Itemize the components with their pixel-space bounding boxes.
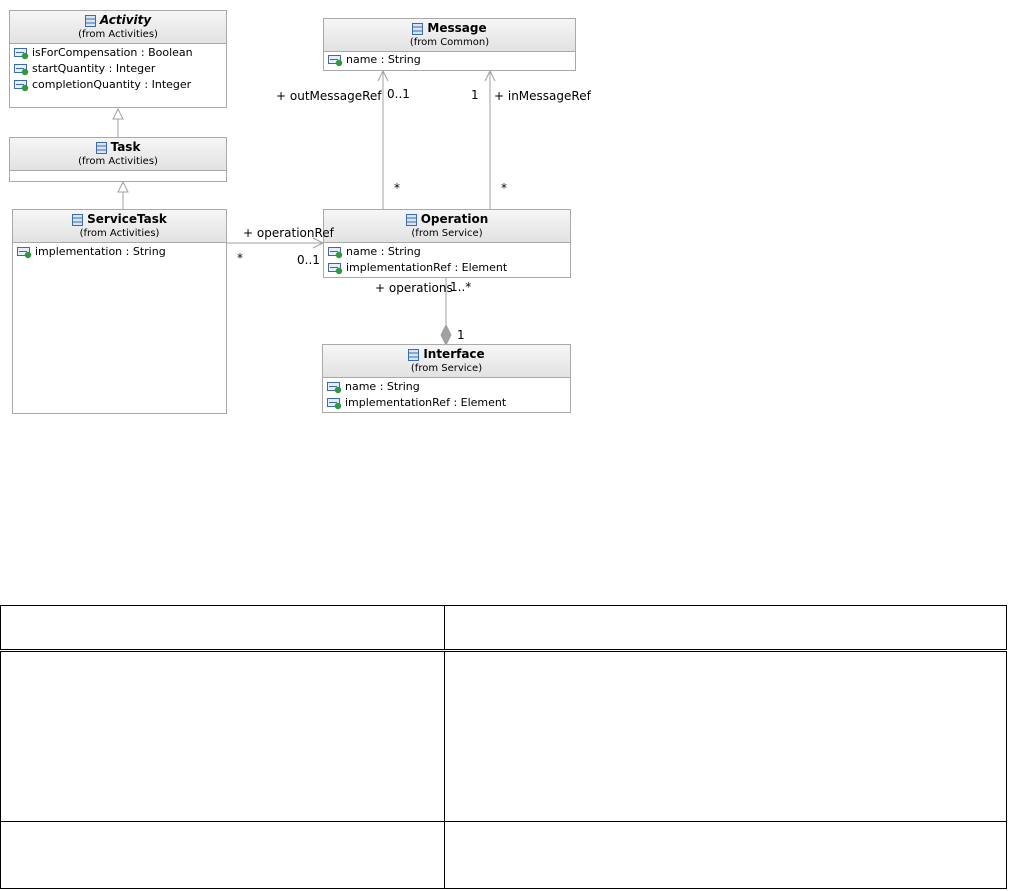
class-icon bbox=[405, 213, 417, 226]
class-name: Task bbox=[110, 140, 141, 154]
class-package: (from Service) bbox=[410, 363, 483, 374]
generalization-arrowhead bbox=[117, 180, 129, 193]
attribute-list: name : String implementationRef : Elemen… bbox=[323, 378, 570, 413]
class-icon bbox=[72, 213, 84, 226]
attribute-list: implementation : String bbox=[13, 243, 226, 262]
attribute[interactable]: implementationRef : Element bbox=[328, 260, 566, 276]
attribute-icon bbox=[328, 262, 343, 274]
class-package: (from Common) bbox=[409, 37, 490, 48]
class-header: Interface (from Service) bbox=[323, 345, 570, 378]
class-task[interactable]: Task (from Activities) bbox=[9, 137, 227, 182]
generalization-arrowhead bbox=[112, 107, 124, 120]
class-message[interactable]: Message (from Common) name : String bbox=[323, 18, 576, 71]
attribute-icon bbox=[14, 47, 29, 59]
table-row bbox=[0, 650, 1007, 822]
role-out-message-ref: + outMessageRef bbox=[276, 89, 382, 103]
class-package: (from Service) bbox=[411, 228, 483, 239]
class-operation[interactable]: Operation (from Service) name : String i… bbox=[323, 209, 571, 278]
table-row bbox=[0, 821, 1007, 889]
class-icon bbox=[412, 22, 424, 35]
attribute[interactable]: completionQuantity : Integer bbox=[14, 77, 222, 93]
attribute-list: isForCompensation : Boolean startQuantit… bbox=[10, 44, 226, 95]
attribute-icon bbox=[327, 397, 342, 409]
table-header-cell bbox=[444, 605, 1007, 651]
table-header-cell bbox=[0, 605, 445, 651]
table-cell bbox=[0, 650, 445, 822]
class-name: ServiceTask bbox=[87, 212, 167, 226]
attribute-icon bbox=[14, 63, 29, 75]
role-in-message-ref: + inMessageRef bbox=[494, 89, 591, 103]
multiplicity-out-message-ref-source: * bbox=[394, 181, 400, 195]
attribute-icon bbox=[17, 246, 32, 258]
multiplicity-operation-ref-source: * bbox=[237, 251, 243, 265]
class-header: Activity (from Activities) bbox=[10, 11, 226, 44]
table-header-row bbox=[0, 605, 1007, 651]
multiplicity-out-message-ref-target: 0..1 bbox=[387, 87, 410, 101]
attribute-icon bbox=[327, 381, 342, 393]
table-cell bbox=[444, 650, 1007, 822]
attribute[interactable]: name : String bbox=[327, 379, 566, 395]
class-header: Message (from Common) bbox=[324, 19, 575, 52]
attribute[interactable]: name : String bbox=[328, 52, 571, 68]
table-cell bbox=[0, 821, 445, 889]
attribute-table bbox=[0, 605, 1007, 889]
class-header: Operation (from Service) bbox=[324, 210, 570, 243]
multiplicity-operations-part: 1..* bbox=[450, 280, 472, 294]
multiplicity-operation-ref-target: 0..1 bbox=[297, 253, 320, 267]
attribute[interactable]: isForCompensation : Boolean bbox=[14, 45, 222, 61]
role-operations: + operations bbox=[375, 281, 453, 295]
role-operation-ref: + operationRef bbox=[243, 226, 334, 240]
class-icon bbox=[84, 14, 96, 27]
class-header: ServiceTask (from Activities) bbox=[13, 210, 226, 243]
class-service-task[interactable]: ServiceTask (from Activities) implementa… bbox=[12, 209, 227, 414]
composition-diamond bbox=[440, 323, 452, 347]
attribute[interactable]: implementation : String bbox=[17, 244, 222, 260]
class-name: Activity bbox=[99, 13, 152, 27]
attribute-icon bbox=[328, 54, 343, 66]
attribute[interactable]: name : String bbox=[328, 244, 566, 260]
class-package: (from Activities) bbox=[79, 228, 160, 239]
multiplicity-in-message-ref-target: 1 bbox=[471, 88, 479, 102]
class-activity[interactable]: Activity (from Activities) isForCompensa… bbox=[9, 10, 227, 108]
multiplicity-operations-whole: 1 bbox=[457, 328, 465, 342]
class-icon bbox=[95, 141, 107, 154]
class-interface[interactable]: Interface (from Service) name : String i… bbox=[322, 344, 571, 413]
class-name: Message bbox=[427, 21, 487, 35]
attribute-list: name : String implementationRef : Elemen… bbox=[324, 243, 570, 278]
class-package: (from Activities) bbox=[78, 29, 158, 40]
attribute-list: name : String bbox=[324, 52, 575, 70]
class-header: Task (from Activities) bbox=[10, 138, 226, 171]
class-name: Operation bbox=[420, 212, 489, 226]
attribute-icon bbox=[328, 246, 343, 258]
attribute[interactable]: implementationRef : Element bbox=[327, 395, 566, 411]
class-package: (from Activities) bbox=[78, 156, 158, 167]
class-name: Interface bbox=[423, 347, 485, 361]
attribute-icon bbox=[14, 79, 29, 91]
multiplicity-in-message-ref-source: * bbox=[501, 181, 507, 195]
table-cell bbox=[444, 821, 1007, 889]
class-icon bbox=[408, 348, 420, 361]
attribute[interactable]: startQuantity : Integer bbox=[14, 61, 222, 77]
